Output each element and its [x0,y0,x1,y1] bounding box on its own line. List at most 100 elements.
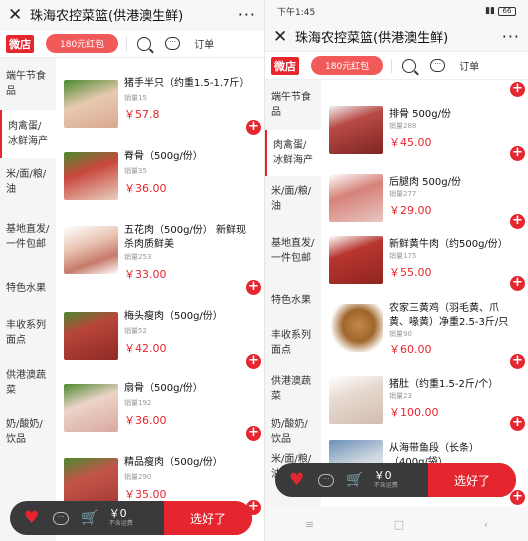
message-icon[interactable]: ··· [318,473,335,487]
divider [391,58,393,73]
product-name: 五花肉（500g/份） 新鲜现杀肉质鲜美 [124,225,246,250]
cart-icon[interactable]: 🛒 [81,510,98,526]
cart-total: ￥0 不含运费 [109,508,133,529]
sidebar-item[interactable]: 端午节食品 [0,58,56,110]
product-price: ￥55.00 [389,266,432,279]
product-image [64,384,118,432]
message-icon[interactable]: ··· [165,37,181,50]
heart-icon[interactable]: ♥ [289,470,304,490]
add-icon[interactable]: + [510,214,525,229]
cart-amount: ￥0 [373,468,392,482]
cart-note: 不含运费 [108,519,133,527]
shop-bar: 微店 180元红包 ··· 订单 [0,30,264,58]
product-price: ￥36.00 [124,414,167,427]
more-icon[interactable]: ··· [502,27,520,46]
add-icon[interactable]: + [510,354,525,369]
product-image [64,312,118,360]
menu-nav-icon[interactable]: ≡ [305,518,314,531]
order-button[interactable]: 订单 [459,58,479,73]
sidebar-item[interactable]: 供港澳蔬菜 [0,358,56,408]
product-sales: 销量15 [124,94,147,102]
product-name: 猪肚（约重1.5-2斤/个） [389,379,499,390]
sidebar-item[interactable]: 基地直发/一件包邮 [0,206,56,268]
shop-logo[interactable]: 微店 [271,56,299,75]
product-name: 精品瘦肉（500g/份） [124,457,223,468]
product-sales: 销量288 [389,122,417,130]
left-phone-screen: ✕ 珠海农控菜篮(供港澳生鲜) ··· 微店 180元红包 ··· 订单 端午节… [0,0,264,541]
divider [126,36,128,51]
sidebar-item[interactable]: 供港澳蔬菜 [265,366,321,412]
product-name: 梅头瘦肉（500g/份） [124,311,223,322]
message-icon[interactable]: ··· [430,59,446,72]
add-icon[interactable]: + [510,82,525,97]
sidebar-item[interactable]: 基地直发/一件包邮 [265,222,321,280]
search-icon[interactable] [402,58,417,73]
content-area: 端午节食品 肉禽蛋/冰鲜海产 米/面/粮/油 基地直发/一件包邮 特色水果 丰收… [0,58,264,541]
redpack-button[interactable]: 180元红包 [311,56,384,75]
sidebar-item-active[interactable]: 肉禽蛋/冰鲜海产 [0,110,56,158]
system-nav-bar: ≡ □ ‹ [265,507,528,541]
sidebar-item[interactable]: 奶/酸奶/饮品 [265,412,321,452]
title-bar: ✕ 珠海农控菜篮(供港澳生鲜) ··· [0,0,264,30]
product-price: ￥35.00 [124,488,167,501]
page-title: 珠海农控菜篮(供港澳生鲜) [30,9,184,24]
sidebar-item[interactable]: 丰收系列面点 [0,308,56,358]
product-name: 排骨 500g/份 [389,109,451,120]
product-price: ￥42.00 [124,342,167,355]
sidebar-item[interactable]: 奶/酸奶/饮品 [0,408,56,456]
shop-bar: 微店 180元红包 ··· 订单 [265,52,528,80]
cart-bar: ♥ ··· 🛒 ￥0 不含运费 选好了 [10,501,252,535]
back-nav-icon[interactable]: ‹ [484,518,488,531]
cart-icon[interactable]: 🛒 [346,472,363,488]
product-sales: 销量175 [389,252,417,260]
page-title: 珠海农控菜篮(供港澳生鲜) [295,31,449,46]
sidebar-item[interactable]: 米/面/粮/油 [0,158,56,206]
product-image [329,236,383,284]
status-indicators: ▮▮ 66 [485,6,516,16]
product-image [329,174,383,222]
product-sales: 销量192 [124,399,152,407]
checkout-button[interactable]: 选好了 [428,463,516,497]
message-icon[interactable]: ··· [53,511,70,525]
add-icon[interactable]: + [246,280,261,295]
checkout-button[interactable]: 选好了 [164,501,252,535]
shop-logo[interactable]: 微店 [6,34,34,53]
sidebar-item[interactable]: 特色水果 [265,280,321,320]
add-icon[interactable]: + [510,416,525,431]
add-icon[interactable]: + [246,426,261,441]
product-name: 扇骨（500g/份） [124,383,203,394]
sidebar-item[interactable]: 丰收系列面点 [265,320,321,366]
search-icon[interactable] [137,36,152,51]
heart-icon[interactable]: ♥ [24,508,39,528]
add-icon[interactable]: + [246,120,261,135]
product-sales: 销量35 [124,167,147,175]
sidebar-item[interactable]: 端午节食品 [265,80,321,130]
close-icon[interactable]: ✕ [8,5,26,25]
order-button[interactable]: 订单 [194,36,214,51]
sidebar-item[interactable]: 特色水果 [0,268,56,308]
product-name: 农家三黄鸡（羽毛黄、爪黄、喙黄）净重2.5-3斤/只 [389,303,509,328]
sidebar-item-active[interactable]: 肉禽蛋/冰鲜海产 [265,130,321,176]
product-price: ￥60.00 [389,343,432,356]
product-sales: 销量23 [389,392,412,400]
add-icon[interactable]: + [510,146,525,161]
product-image [64,458,118,506]
battery-icon: 66 [498,6,516,16]
product-image [329,304,383,352]
product-sales: 销量290 [124,473,152,481]
add-icon[interactable]: + [246,354,261,369]
home-nav-icon[interactable]: □ [394,518,404,531]
product-name: 后腿肉 500g/份 [389,177,461,188]
close-icon[interactable]: ✕ [273,27,291,47]
product-sales: 销量277 [389,190,417,198]
category-sidebar: 端午节食品 肉禽蛋/冰鲜海产 米/面/粮/油 基地直发/一件包邮 特色水果 丰收… [0,58,56,541]
product-price: ￥100.00 [389,406,439,419]
cart-bar: ♥ ··· 🛒 ￥0 不含运费 选好了 [275,463,516,497]
add-icon[interactable]: + [510,490,525,505]
add-icon[interactable]: + [510,276,525,291]
sidebar-item[interactable]: 米/面/粮/油 [265,176,321,222]
product-image [329,106,383,154]
more-icon[interactable]: ··· [238,5,256,24]
redpack-button[interactable]: 180元红包 [46,34,119,53]
product-name: 新鲜黄牛肉（约500g/份） [389,239,508,250]
